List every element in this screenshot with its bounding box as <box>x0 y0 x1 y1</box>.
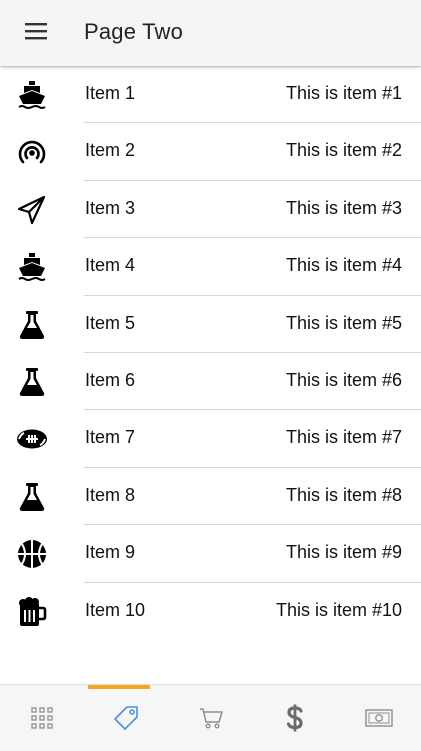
item-subtitle: This is item #9 <box>285 542 402 563</box>
tab-dollar[interactable] <box>253 685 337 751</box>
app-bar: Page Two <box>0 0 421 66</box>
item-title: Item 5 <box>85 312 136 333</box>
item-subtitle: This is item #5 <box>285 312 402 333</box>
price-tag-icon <box>113 705 139 731</box>
flask-icon <box>16 481 48 513</box>
item-title: Item 10 <box>85 599 146 620</box>
list-item[interactable]: Item 4 This is item #4 <box>0 238 421 296</box>
active-tab-indicator <box>88 685 151 689</box>
item-list: Item 1 This is item #1 Item 2 This is it… <box>0 66 421 640</box>
menu-icon <box>25 22 47 45</box>
tab-apps[interactable] <box>0 685 84 751</box>
list-item[interactable]: Item 9 This is item #9 <box>0 525 421 583</box>
beer-mug-icon <box>16 596 48 628</box>
item-title: Item 2 <box>85 140 136 161</box>
item-subtitle: This is item #4 <box>285 255 402 276</box>
page-title: Page Two <box>84 19 184 44</box>
item-subtitle: This is item #1 <box>285 83 402 103</box>
bottom-navigation <box>0 684 421 751</box>
item-title: Item 6 <box>85 369 136 390</box>
ship-icon <box>16 251 48 283</box>
list-item[interactable]: Item 7 This is item #7 <box>0 410 421 468</box>
ship-icon <box>16 79 48 111</box>
item-title: Item 4 <box>85 255 136 276</box>
menu-button[interactable] <box>14 13 58 53</box>
list-item[interactable]: Item 10 This is item #10 <box>0 583 421 640</box>
paper-plane-icon <box>16 194 48 226</box>
tab-tags[interactable] <box>84 685 168 751</box>
broadcast-icon <box>16 136 48 168</box>
item-subtitle: This is item #2 <box>285 140 402 161</box>
list-item[interactable]: Item 6 This is item #6 <box>0 353 421 411</box>
apps-grid-icon <box>31 707 53 729</box>
flask-icon <box>16 366 48 398</box>
item-subtitle: This is item #8 <box>285 484 402 505</box>
list-item[interactable]: Item 1 This is item #1 <box>0 66 421 124</box>
list-item[interactable]: Item 2 This is item #2 <box>0 123 421 181</box>
dollar-icon <box>286 704 304 732</box>
item-title: Item 1 <box>85 83 136 103</box>
shopping-cart-icon <box>199 707 223 729</box>
item-subtitle: This is item #3 <box>285 197 402 218</box>
basketball-icon <box>16 538 48 570</box>
flask-icon <box>16 309 48 341</box>
item-subtitle: This is item #7 <box>285 427 402 448</box>
item-title: Item 8 <box>85 484 136 505</box>
list-item[interactable]: Item 3 This is item #3 <box>0 181 421 239</box>
list-item[interactable]: Item 8 This is item #8 <box>0 468 421 526</box>
list-item[interactable]: Item 5 This is item #5 <box>0 296 421 353</box>
banknote-icon <box>365 709 393 727</box>
tab-cash[interactable] <box>337 685 421 751</box>
item-title: Item 3 <box>85 197 136 218</box>
tab-cart[interactable] <box>168 685 252 751</box>
football-icon <box>16 423 48 455</box>
item-title: Item 7 <box>85 427 136 448</box>
item-title: Item 9 <box>85 542 136 563</box>
item-subtitle: This is item #6 <box>285 369 402 390</box>
item-subtitle: This is item #10 <box>275 599 402 620</box>
